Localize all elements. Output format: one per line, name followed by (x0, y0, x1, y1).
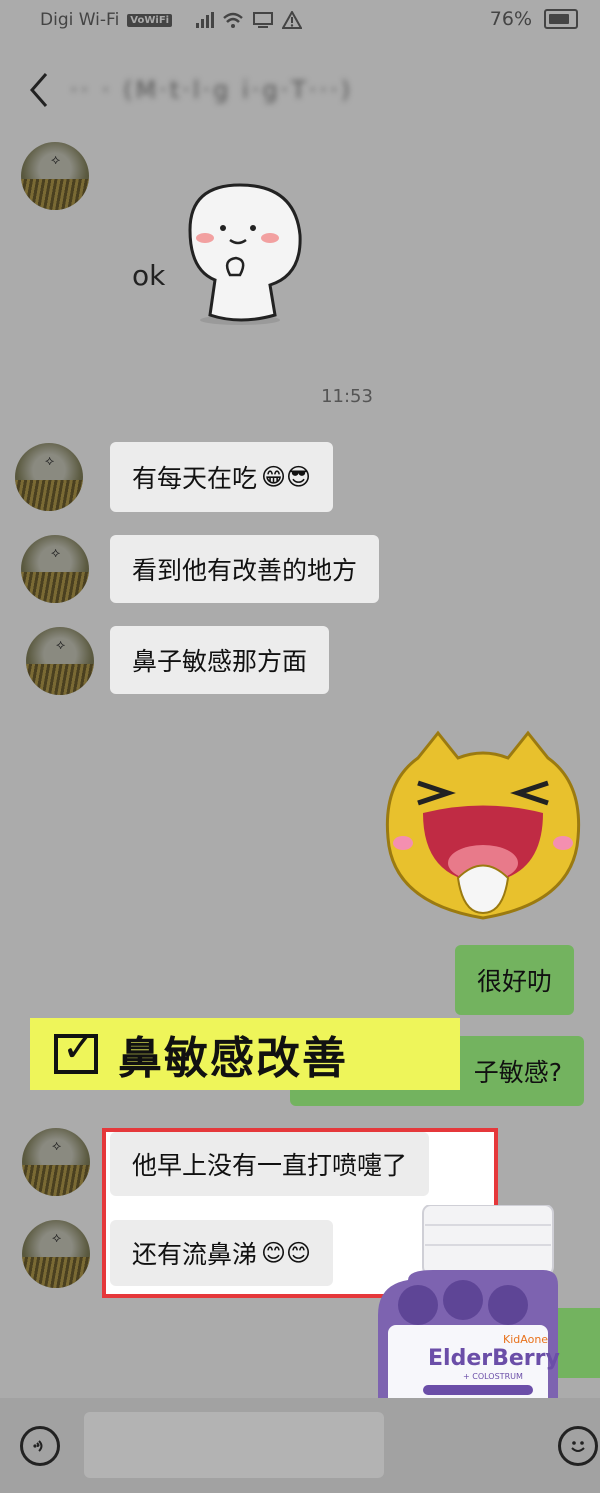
warning-icon (282, 11, 303, 29)
status-right: 76% (490, 8, 578, 30)
check-icon: ✓ (62, 1025, 96, 1071)
bird-icon: ⟡ (56, 637, 66, 653)
message-text: 子敏感? (473, 1058, 562, 1087)
signal-icon (196, 12, 215, 28)
bird-icon: ⟡ (52, 1230, 62, 1246)
avatar[interactable]: ⟡ (21, 535, 89, 603)
ok-sticker-text: ok (132, 259, 166, 292)
avatar[interactable]: ⟡ (22, 1128, 90, 1196)
ok-sticker[interactable]: ok (130, 180, 330, 330)
wifi-icon (223, 12, 243, 28)
avatar[interactable]: ⟡ (26, 627, 94, 695)
grin-sunglasses-emoji-icon: 😁😎 (261, 463, 312, 491)
bird-icon: ⟡ (52, 1138, 62, 1154)
message-bubble[interactable]: 鼻子敏感那方面 (110, 626, 330, 694)
checkbox-icon: ✓ (54, 1028, 98, 1074)
chat-title[interactable]: ·· · (M·t·l·g i·g·T···) (70, 76, 353, 104)
emoji-picker-icon[interactable] (558, 1426, 598, 1466)
screen-cast-icon (253, 12, 274, 28)
message-text: 还有流鼻涕 (132, 1240, 258, 1269)
avatar[interactable]: ⟡ (22, 1220, 90, 1288)
avatar[interactable]: ⟡ (21, 142, 89, 210)
battery-icon (544, 9, 578, 29)
smile-emoji-icon: 😊😊 (261, 1239, 312, 1267)
product-subtitle: + COLOSTRUM (463, 1372, 523, 1381)
message-bubble[interactable]: 有每天在吃 😁😎 (110, 442, 334, 512)
message-bubble[interactable]: 还有流鼻涕 😊😊 (110, 1220, 334, 1286)
message-input[interactable] (84, 1412, 384, 1478)
carrier-label: Digi Wi-Fi (40, 10, 120, 30)
status-left: Digi Wi-Fi VoWiFi (40, 10, 303, 30)
timestamp: 11:53 (321, 386, 373, 407)
chevron-left-icon[interactable] (24, 70, 54, 110)
bird-icon: ⟡ (51, 152, 61, 168)
status-bar: Digi Wi-Fi VoWiFi 76% (0, 0, 600, 44)
message-bubble-mine[interactable]: 很好叻 (455, 945, 575, 1015)
message-text: 有每天在吃 (132, 464, 258, 493)
voice-input-icon[interactable] (20, 1426, 60, 1466)
message-text: 鼻子敏感那方面 (132, 647, 308, 676)
bird-icon: ⟡ (51, 545, 61, 561)
message-bubble[interactable]: 看到他有改善的地方 (110, 535, 380, 603)
avatar[interactable]: ⟡ (15, 443, 83, 511)
banner-text: 鼻敏感改善 (118, 1033, 348, 1084)
message-text: 很好叻 (477, 967, 553, 996)
chat-header: ·· · (M·t·l·g i·g·T···) (0, 48, 600, 128)
input-bar (0, 1398, 600, 1493)
message-text: 他早上没有一直打喷嚏了 (132, 1151, 408, 1180)
message-bubble[interactable]: 他早上没有一直打喷嚏了 (110, 1132, 430, 1196)
product-brand: KidAone (503, 1333, 548, 1346)
product-name: ElderBerry (428, 1346, 560, 1371)
vowifi-badge: VoWiFi (127, 13, 173, 27)
highlight-banner: ✓ 鼻敏感改善 (30, 1018, 460, 1090)
bird-icon: ⟡ (45, 453, 55, 469)
message-text: 看到他有改善的地方 (132, 556, 358, 585)
battery-percent: 76% (489, 8, 532, 30)
laughing-cat-sticker[interactable] (378, 728, 588, 923)
status-icons (194, 11, 303, 29)
